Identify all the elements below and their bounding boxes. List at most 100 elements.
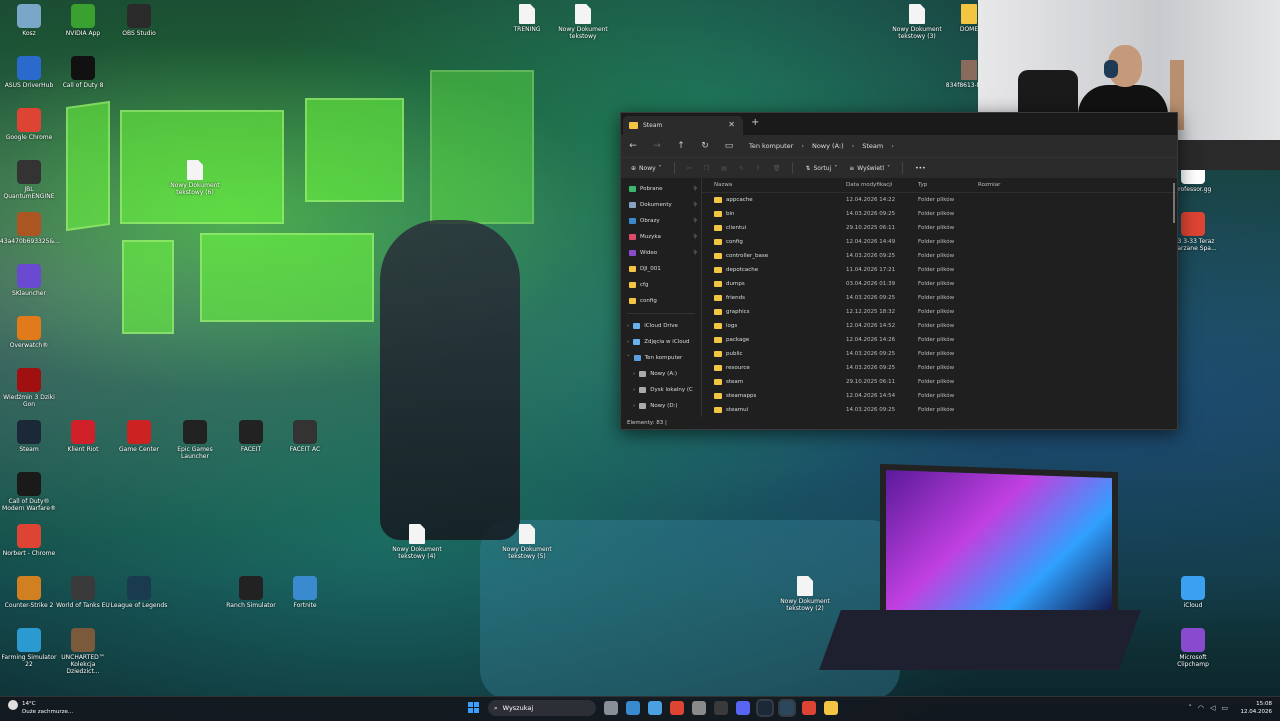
clock[interactable]: 15:08 12.04.2026 (1241, 700, 1273, 716)
breadcrumb-item[interactable]: Ten komputer (749, 142, 793, 150)
table-row[interactable]: steam 29.10.2025 06:11 Folder plików (702, 375, 1177, 389)
desktop-icon[interactable]: 43a470b693325&... (0, 212, 60, 245)
table-row[interactable]: dumps 03.04.2026 01:39 Folder plików (702, 277, 1177, 291)
sort-button[interactable]: ⇅ Sortuj ˅ (801, 165, 841, 172)
task-view-icon[interactable] (604, 701, 618, 715)
nav-item[interactable]: Obrazy ⚲ (621, 213, 701, 229)
desktop-file[interactable]: Nowy Dokument tekstowy (4) (388, 524, 446, 560)
steam-icon[interactable] (758, 701, 772, 715)
table-row[interactable]: bin 14.03.2026 09:25 Folder plików (702, 207, 1177, 221)
chevron-right-icon[interactable]: ˅ (627, 355, 630, 361)
monitor-icon[interactable]: ▭ (717, 141, 741, 151)
chrome-icon[interactable] (670, 701, 684, 715)
file-explorer-icon[interactable] (648, 701, 662, 715)
chrome-profile-icon[interactable] (802, 701, 816, 715)
desktop-file[interactable]: Nowy Dokument tekstowy (3) (888, 4, 946, 40)
table-row[interactable]: steamapps 12.04.2026 14:54 Folder plików (702, 389, 1177, 403)
more-button[interactable]: ••• (911, 165, 930, 172)
new-tab-button[interactable]: + (751, 117, 759, 128)
desktop-icon[interactable]: iCloud (1164, 576, 1222, 609)
nav-item[interactable]: cfg (621, 277, 701, 293)
battery-icon[interactable]: ▭ (1221, 704, 1228, 712)
desktop-file[interactable]: Nowy Dokument tekstowy (554, 4, 612, 40)
table-row[interactable]: package 12.04.2026 14:26 Folder plików (702, 333, 1177, 347)
desktop-icon[interactable]: Call of Duty® Modern Warfare® (0, 472, 58, 512)
refresh-button[interactable]: ↻ (693, 141, 717, 151)
table-row[interactable]: logs 12.04.2026 14:52 Folder plików (702, 319, 1177, 333)
desktop-icon[interactable]: FACEIT AC (276, 420, 334, 453)
nav-item[interactable]: config (621, 293, 701, 309)
desktop-icon[interactable]: Counter-Strike 2 (0, 576, 58, 609)
chevron-up-icon[interactable]: ˄ (1188, 704, 1192, 712)
tab-steam[interactable]: Steam ✕ (623, 116, 743, 135)
desktop-icon[interactable]: UNCHARTED™ Kolekcja Dziedzict... (54, 628, 112, 675)
back-button[interactable]: ← (621, 141, 645, 151)
desktop-icon[interactable]: Overwatch® (0, 316, 58, 349)
table-row[interactable]: controller_base 14.03.2026 09:25 Folder pl… (702, 249, 1177, 263)
view-button[interactable]: ≡ Wyświetl ˅ (845, 165, 894, 172)
copy-icon[interactable]: ❐ (700, 165, 713, 172)
desktop-icon[interactable]: Ranch Simulator (222, 576, 280, 609)
wifi-icon[interactable]: ◠ (1198, 704, 1204, 712)
table-row[interactable]: friends 14.03.2026 09:25 Folder plików (702, 291, 1177, 305)
nav-item[interactable]: Dokumenty ⚲ (621, 197, 701, 213)
nav-item[interactable]: › Nowy (D:) (621, 398, 701, 414)
desktop-file[interactable]: Nowy Dokument tekstowy (6) (166, 160, 224, 196)
rename-icon[interactable]: ✎ (735, 165, 748, 172)
table-row[interactable]: clientui 29.10.2025 06:11 Folder plików (702, 221, 1177, 235)
desktop-file[interactable]: TRENING (498, 4, 556, 33)
desktop-icon[interactable]: Klient Riot (54, 420, 112, 453)
table-row[interactable]: config 12.04.2026 14:49 Folder plików (702, 235, 1177, 249)
table-row[interactable]: resource 14.03.2026 09:25 Folder plików (702, 361, 1177, 375)
cut-icon[interactable]: ✂ (683, 165, 696, 172)
nav-item[interactable]: ˅ Ten komputer (621, 350, 701, 366)
search-input[interactable]: ⌕ Wyszukaj (488, 700, 596, 716)
column-date[interactable]: Data modyfikacji (846, 182, 918, 188)
desktop-icon[interactable]: World of Tanks EU (54, 576, 112, 609)
scrollbar[interactable] (1173, 183, 1175, 223)
chevron-right-icon[interactable]: › (633, 387, 635, 393)
table-row[interactable]: steamui 14.03.2026 09:25 Folder plików (702, 403, 1177, 417)
desktop-icon[interactable]: Microsoft Clipchamp (1164, 628, 1222, 668)
desktop-icon[interactable]: Farming Simulator 22 (0, 628, 58, 668)
weather-widget[interactable]: 14°C Duże zachmurze... (8, 700, 73, 716)
volume-icon[interactable]: ◁ (1210, 704, 1215, 712)
delete-icon[interactable]: 🗑 (769, 165, 785, 172)
nav-item[interactable]: Pobrane ⚲ (621, 181, 701, 197)
desktop-icon[interactable]: Steam (0, 420, 58, 453)
breadcrumb[interactable]: Ten komputer › Nowy (A:) › Steam › (749, 142, 902, 150)
chevron-right-icon[interactable]: › (627, 339, 629, 345)
nav-item[interactable]: Wideo ⚲ (621, 245, 701, 261)
paste-icon[interactable]: ▤ (717, 165, 731, 172)
close-tab-icon[interactable]: ✕ (728, 120, 735, 129)
discord-icon[interactable] (736, 701, 750, 715)
up-button[interactable]: ↑ (669, 141, 693, 151)
desktop-icon[interactable]: SKlauncher (0, 264, 58, 297)
breadcrumb-item[interactable]: Nowy (A:) (812, 142, 844, 150)
breadcrumb-item[interactable]: Steam (862, 142, 883, 150)
desktop-icon[interactable]: FACEIT (222, 420, 280, 453)
windows-start-icon[interactable] (468, 702, 480, 714)
column-size[interactable]: Rozmiar (978, 182, 1038, 188)
desktop-file[interactable]: Nowy Dokument tekstowy (2) (776, 576, 834, 612)
nav-item[interactable]: Muzyka ⚲ (621, 229, 701, 245)
widgets-icon[interactable] (626, 701, 640, 715)
desktop-icon[interactable]: ASUS DriverHub (0, 56, 58, 89)
table-row[interactable]: public 14.03.2026 09:25 Folder plików (702, 347, 1177, 361)
new-button[interactable]: ⊕ Nowy ˅ (627, 165, 666, 172)
share-icon[interactable]: ⇪ (752, 165, 765, 172)
settings-icon[interactable] (692, 701, 706, 715)
nav-item[interactable]: › iCloud Drive (621, 318, 701, 334)
desktop-icon[interactable]: JBL QuantumENGINE (0, 160, 58, 200)
folder-icon[interactable] (824, 701, 838, 715)
column-type[interactable]: Typ (918, 182, 978, 188)
chevron-right-icon[interactable]: › (633, 371, 635, 377)
file-explorer-window[interactable]: Steam ✕ + ← → ↑ ↻ ▭ Ten komputer › Nowy (… (620, 112, 1178, 430)
desktop-icon[interactable]: Fortnite (276, 576, 334, 609)
desktop-file[interactable]: Nowy Dokument tekstowy (5) (498, 524, 556, 560)
desktop-icon[interactable]: Epic Games Launcher (166, 420, 224, 460)
desktop-icon[interactable]: League of Legends (110, 576, 168, 609)
nav-item[interactable]: DJI_001 (621, 261, 701, 277)
steam-alt-icon[interactable] (780, 701, 794, 715)
desktop-icon[interactable]: Google Chrome (0, 108, 58, 141)
